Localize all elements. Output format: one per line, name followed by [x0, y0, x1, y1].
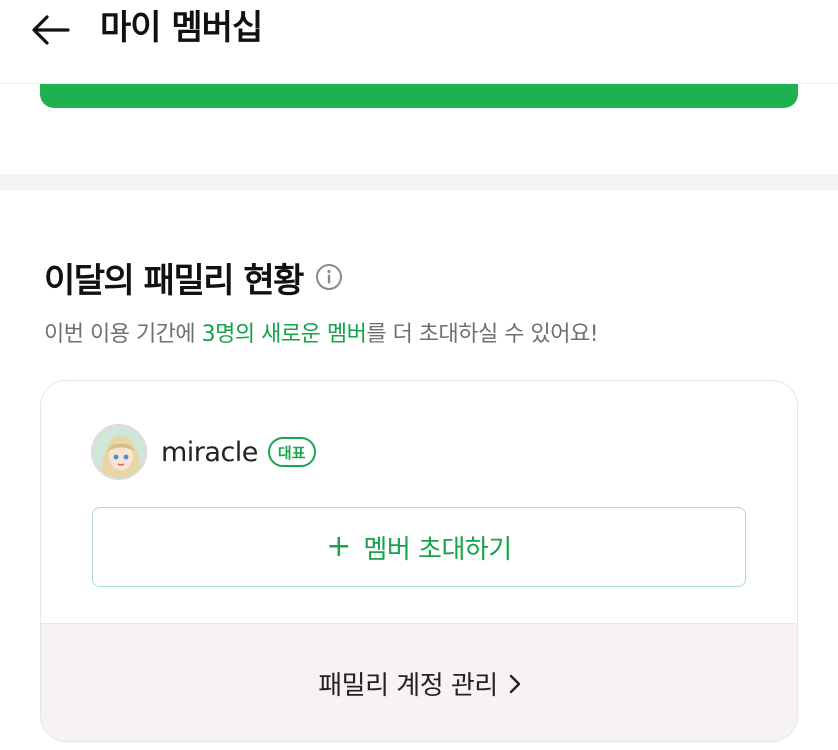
manage-family-account-link[interactable]: 패밀리 계정 관리: [41, 623, 797, 741]
invite-member-label: 멤버 초대하기: [363, 534, 512, 565]
member-name: miracle: [161, 436, 258, 468]
chevron-right-icon: [508, 673, 522, 695]
arrow-left-icon: [32, 15, 70, 45]
membership-banner[interactable]: [40, 84, 798, 108]
owner-badge: 대표: [267, 437, 316, 467]
family-card: miracle 대표 + 멤버 초대하기 패밀리 계정 관리: [40, 380, 798, 742]
manage-family-account-label: 패밀리 계정 관리: [318, 671, 498, 701]
section-divider: [0, 174, 838, 190]
page: 마이 멤버십 이달의 패밀리 현황 이번 이용 기간에 3명의 새로운 멤버를 …: [0, 0, 838, 750]
avatar: [91, 424, 147, 480]
top-app-bar: 마이 멤버십: [0, 0, 838, 84]
info-icon[interactable]: [315, 263, 343, 291]
back-button[interactable]: [28, 10, 72, 50]
family-section-description: 이번 이용 기간에 3명의 새로운 멤버를 더 초대하실 수 있어요!: [44, 316, 599, 348]
member-row: miracle 대표: [91, 423, 316, 481]
family-section-header: 이달의 패밀리 현황: [44, 252, 343, 302]
desc-suffix: 를 더 초대하실 수 있어요!: [366, 322, 599, 347]
desc-prefix: 이번 이용 기간에: [44, 322, 202, 347]
invite-member-button[interactable]: + 멤버 초대하기: [92, 507, 746, 587]
family-section-title: 이달의 패밀리 현황: [44, 260, 304, 301]
plus-icon: +: [326, 529, 352, 564]
page-title: 마이 멤버십: [100, 8, 263, 48]
desc-highlight: 3명의 새로운 멤버: [201, 322, 367, 347]
